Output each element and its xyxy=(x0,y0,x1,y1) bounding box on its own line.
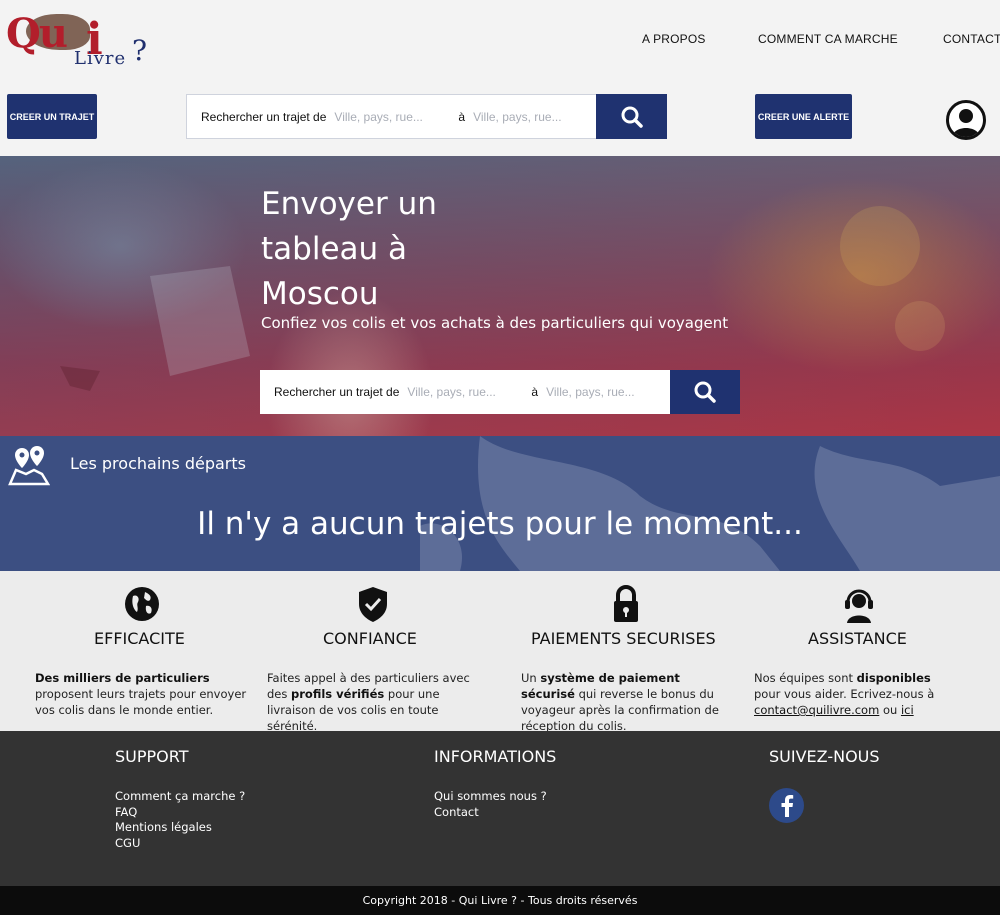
search-label: Rechercher un trajet de xyxy=(201,109,327,124)
features-section: EFFICACITE Des milliers de particuliers … xyxy=(0,571,1000,733)
footer-info-links: Qui sommes nous ? Contact xyxy=(434,789,547,820)
feature-confiance: CONFIANCE Faites appel à des particulier… xyxy=(250,571,500,733)
search-icon xyxy=(694,381,716,403)
search-from-input[interactable]: Ville, pays, rue... xyxy=(334,110,452,124)
hero-title: Envoyer un tableau à Moscou xyxy=(261,186,437,312)
copyright-bar: Copyright 2018 - Qui Livre ? - Tous droi… xyxy=(0,886,1000,915)
nav-contact-link[interactable]: CONTACT xyxy=(943,32,1000,46)
site-header: Qu i Livre ? A PROPOS COMMENT CA MARCHE … xyxy=(0,0,1000,156)
footer-link-how-it-works[interactable]: Comment ça marche ? xyxy=(115,789,245,805)
site-footer: SUPPORT Comment ça marche ? FAQ Mentions… xyxy=(0,731,1000,886)
facebook-button[interactable] xyxy=(769,788,804,823)
user-icon xyxy=(952,109,980,137)
footer-support-title: SUPPORT xyxy=(115,747,189,766)
map-pins-icon xyxy=(8,446,50,486)
footer-info-title: INFORMATIONS xyxy=(434,747,557,766)
departures-empty-message: Il n'y a aucun trajets pour le moment... xyxy=(197,506,803,542)
departures-section: Les prochains départs Il n'y a aucun tra… xyxy=(0,436,1000,571)
search-to-label: à xyxy=(531,385,539,399)
hero-subtitle: Confiez vos colis et vos achats à des pa… xyxy=(261,314,729,332)
search-label: Rechercher un trajet de xyxy=(274,385,400,399)
feature-title: ASSISTANCE xyxy=(808,629,907,648)
footer-link-about[interactable]: Qui sommes nous ? xyxy=(434,789,547,805)
feature-description: Des milliers de particuliers proposent l… xyxy=(35,671,247,717)
search-to-input[interactable]: Ville, pays, rue... xyxy=(546,385,635,399)
globe-icon xyxy=(125,587,159,621)
feature-title: CONFIANCE xyxy=(323,629,417,648)
contact-here-link[interactable]: ici xyxy=(901,703,914,717)
shield-check-icon xyxy=(359,587,387,622)
search-to-input[interactable]: Ville, pays, rue... xyxy=(473,110,562,124)
feature-description: Nos équipes sont disponibles pour vous a… xyxy=(754,671,935,717)
footer-follow-title: SUIVEZ-NOUS xyxy=(769,747,880,766)
nav-apropos-link[interactable]: A PROPOS xyxy=(642,32,706,46)
feature-efficacite: EFFICACITE Des milliers de particuliers … xyxy=(0,571,250,731)
feature-title: PAIEMENTS SECURISES xyxy=(531,629,716,648)
header-search-button[interactable] xyxy=(596,94,667,139)
logo[interactable]: Qu i Livre ? xyxy=(6,6,148,74)
hero-banner: Envoyer un tableau à Moscou Confiez vos … xyxy=(0,156,1000,436)
contact-email-link[interactable]: contact@quilivre.com xyxy=(754,703,879,717)
footer-support-links: Comment ça marche ? FAQ Mentions légales… xyxy=(115,789,245,851)
departures-title: Les prochains départs xyxy=(70,454,246,473)
hero-search-bar: Rechercher un trajet de Ville, pays, rue… xyxy=(260,370,670,414)
footer-link-cgu[interactable]: CGU xyxy=(115,836,245,852)
feature-assistance: ASSISTANCE Nos équipes sont disponibles … xyxy=(750,571,1000,731)
feature-description: Un système de paiement sécurisé qui reve… xyxy=(521,671,719,733)
feature-paiements: PAIEMENTS SECURISES Un système de paieme… xyxy=(500,571,750,733)
header-search-bar: Rechercher un trajet de Ville, pays, rue… xyxy=(186,94,597,139)
footer-link-legal[interactable]: Mentions légales xyxy=(115,820,245,836)
logo-livre: Livre xyxy=(74,48,127,69)
search-from-input[interactable]: Ville, pays, rue... xyxy=(407,385,525,399)
footer-link-contact[interactable]: Contact xyxy=(434,805,547,821)
logo-question-mark: ? xyxy=(132,34,148,67)
logo-qu: Qu xyxy=(6,10,68,57)
facebook-icon xyxy=(781,794,793,817)
search-icon xyxy=(621,106,643,128)
footer-link-faq[interactable]: FAQ xyxy=(115,805,245,821)
search-to-label: à xyxy=(458,109,466,124)
feature-title: EFFICACITE xyxy=(94,629,185,648)
nav-how-it-works-link[interactable]: COMMENT CA MARCHE xyxy=(758,32,898,46)
feature-description: Faites appel à des particuliers avec des… xyxy=(267,671,470,733)
create-trip-button[interactable]: CREER UN TRAJET xyxy=(7,94,97,139)
create-alert-button[interactable]: CREER UNE ALERTE xyxy=(755,94,852,139)
padlock-icon xyxy=(614,585,638,622)
headset-icon xyxy=(845,589,873,623)
account-avatar[interactable] xyxy=(946,100,986,140)
hero-search-button[interactable] xyxy=(670,370,740,414)
